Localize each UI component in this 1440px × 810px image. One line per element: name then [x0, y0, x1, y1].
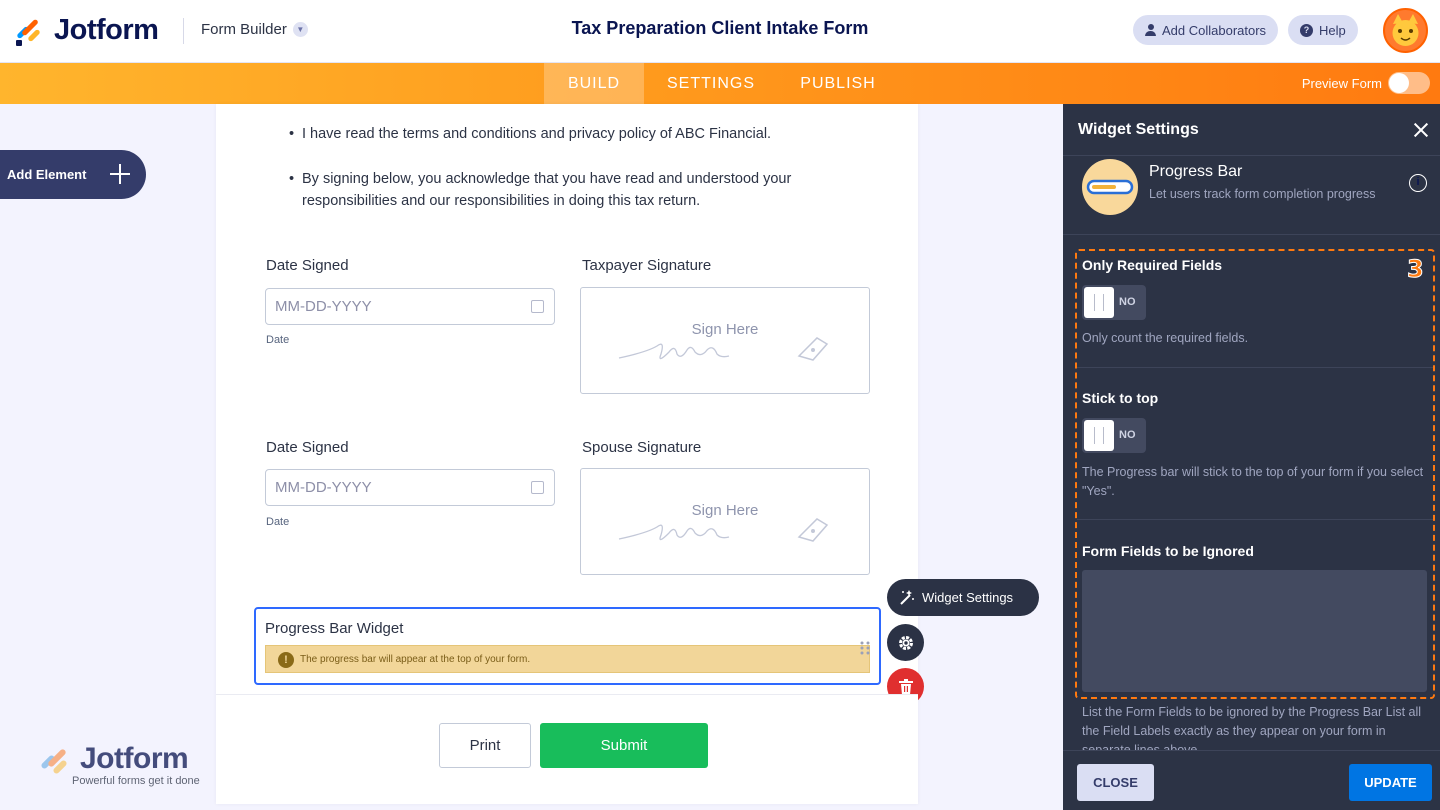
update-button[interactable]: UPDATE: [1349, 764, 1432, 801]
user-avatar[interactable]: [1383, 8, 1428, 53]
toggle-knob: [1084, 287, 1114, 318]
spouse-date-input[interactable]: MM-DD-YYYY: [265, 469, 555, 506]
properties-gear-button[interactable]: [887, 624, 924, 661]
widget-name: Progress Bar: [1149, 163, 1243, 180]
stick-to-top-toggle[interactable]: NO: [1082, 418, 1146, 453]
settings-divider: [1077, 519, 1433, 520]
form-fields-ignored-label: Form Fields to be Ignored: [1082, 543, 1254, 559]
spouse-signature-pad[interactable]: Sign Here: [580, 468, 870, 575]
calendar-icon[interactable]: [531, 481, 544, 494]
print-button[interactable]: Print: [439, 723, 531, 768]
tab-settings[interactable]: SETTINGS: [656, 63, 766, 104]
stick-to-top-label: Stick to top: [1082, 390, 1159, 406]
signature-scribble-icon: [618, 337, 829, 361]
settings-divider: [1077, 367, 1433, 368]
taxpayer-signature-pad[interactable]: Sign Here: [580, 287, 870, 394]
preview-form-toggle[interactable]: [1388, 72, 1430, 94]
toggle-knob: [1084, 420, 1114, 451]
panel-title: Widget Settings: [1078, 121, 1199, 138]
tab-publish[interactable]: PUBLISH: [790, 63, 886, 104]
only-required-fields-label: Only Required Fields: [1082, 257, 1223, 273]
terms-bullet: I have read the terms and conditions and…: [289, 123, 842, 145]
add-element-button[interactable]: Add Element: [0, 150, 146, 199]
help-icon: ?: [1300, 23, 1313, 37]
submit-button[interactable]: Submit: [540, 723, 708, 768]
close-icon[interactable]: [1413, 122, 1429, 138]
calendar-icon[interactable]: [531, 300, 544, 313]
jotform-watermark: Jotform Powerful forms get it done: [38, 742, 200, 787]
date-sublabel: Date: [266, 334, 290, 346]
widget-description: Let users track form completion progress: [1149, 187, 1376, 201]
form-fields-ignored-help: List the Form Fields to be ignored by th…: [1082, 705, 1422, 750]
date-placeholder: MM-DD-YYYY: [275, 298, 372, 315]
stick-to-top-help: The Progress bar will stick to the top o…: [1082, 465, 1424, 498]
toggle-state: NO: [1119, 296, 1136, 308]
close-button[interactable]: CLOSE: [1077, 764, 1154, 801]
builder-nav: BUILD SETTINGS PUBLISH Preview Form: [0, 63, 1440, 104]
help-label: Help: [1319, 22, 1346, 38]
plus-icon: [108, 162, 132, 186]
top-bar: Jotform Form Builder ▼ Tax Preparation C…: [0, 0, 1440, 63]
date-sublabel: Date: [266, 516, 290, 528]
spouse-signature-label: Spouse Signature: [582, 439, 702, 456]
tab-build[interactable]: BUILD: [544, 63, 644, 104]
date-signed-input[interactable]: MM-DD-YYYY: [265, 288, 555, 325]
trash-icon: [898, 678, 913, 695]
toggle-state: NO: [1119, 429, 1136, 441]
signature-scribble-icon: [618, 518, 829, 542]
panel-divider: [1063, 155, 1440, 156]
gear-icon: [898, 635, 913, 650]
info-icon[interactable]: i: [1409, 174, 1427, 192]
widget-warning: ! The progress bar will appear at the to…: [265, 645, 870, 673]
only-required-fields-help: Only count the required fields.: [1082, 331, 1249, 345]
add-collaborators-button[interactable]: Add Collaborators: [1133, 15, 1279, 45]
drag-handle-icon[interactable]: [860, 641, 870, 655]
date-signed-label: Date Signed: [266, 257, 349, 274]
magic-wand-icon: [900, 590, 914, 605]
progress-bar-widget[interactable]: Progress Bar Widget ! The progress bar w…: [254, 607, 881, 685]
responsibility-bullet: By signing below, you acknowledge that y…: [289, 168, 842, 212]
progress-bar-widget-icon: [1082, 159, 1138, 215]
date-signed-label-2: Date Signed: [266, 439, 349, 456]
jotform-logo-icon: [41, 749, 67, 774]
watermark-tagline: Powerful forms get it done: [72, 775, 200, 787]
add-collaborators-label: Add Collaborators: [1162, 22, 1267, 38]
form-fields-ignored-textarea[interactable]: [1082, 570, 1427, 692]
widget-settings-button[interactable]: Widget Settings: [887, 579, 1039, 616]
preview-form-label: Preview Form: [1301, 76, 1382, 91]
step-marker: 3: [1407, 255, 1425, 284]
watermark-brand: Jotform: [80, 742, 189, 775]
widget-title: Progress Bar Widget: [265, 620, 404, 637]
widget-warning-text: The progress bar will appear at the top …: [300, 653, 531, 665]
date-placeholder: MM-DD-YYYY: [275, 479, 372, 496]
add-element-label: Add Element: [7, 167, 87, 182]
only-required-fields-toggle[interactable]: NO: [1082, 285, 1146, 320]
help-button[interactable]: ? Help: [1288, 15, 1358, 45]
panel-divider: [1063, 234, 1440, 235]
user-icon: [1145, 24, 1156, 36]
warning-icon: !: [278, 652, 294, 668]
taxpayer-signature-label: Taxpayer Signature: [582, 257, 712, 274]
widget-settings-label: Widget Settings: [922, 590, 1014, 605]
